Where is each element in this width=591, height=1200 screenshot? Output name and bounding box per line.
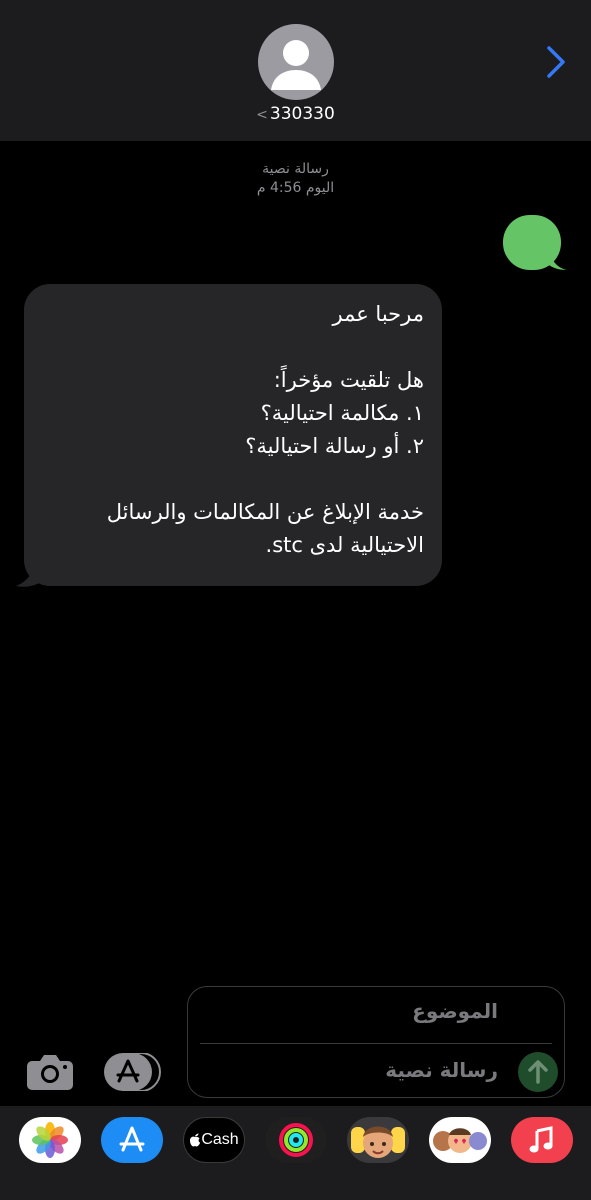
memoji-stickers-icon[interactable] — [429, 1117, 491, 1163]
message-input[interactable]: رسالة نصية — [385, 1058, 498, 1082]
apple-cash-icon[interactable]: Cash — [183, 1117, 245, 1163]
camera-icon[interactable] — [26, 1053, 74, 1091]
conversation-header: <330330 — [0, 0, 591, 141]
contact-name[interactable]: <330330 — [0, 104, 591, 124]
contact-avatar[interactable] — [258, 24, 334, 100]
subject-input[interactable]: الموضوع — [412, 999, 498, 1023]
incoming-message-bubble[interactable]: مرحبا عمر هل تلقيت مؤخراً: ١. مكالمة احت… — [24, 284, 442, 586]
activity-rings-icon[interactable] — [265, 1117, 327, 1163]
chevron-right-icon[interactable] — [543, 44, 569, 80]
chevron-left-icon: < — [256, 107, 268, 123]
app-store-dock-icon[interactable] — [101, 1117, 163, 1163]
apple-logo-icon — [190, 1133, 201, 1147]
message-composer[interactable]: الموضوع رسالة نصية — [187, 986, 565, 1098]
app-store-icon[interactable] — [104, 1053, 162, 1091]
send-arrow-icon — [528, 1060, 548, 1084]
person-silhouette-icon — [271, 40, 321, 90]
message-text: مرحبا عمر هل تلقيت مؤخراً: ١. مكالمة احت… — [106, 302, 424, 557]
message-meta: رسالة نصية اليوم 4:56 م — [0, 160, 591, 198]
photos-icon[interactable] — [19, 1117, 81, 1163]
send-button[interactable] — [518, 1052, 558, 1092]
memoji-icon[interactable] — [347, 1117, 409, 1163]
app-drawer: Cash — [0, 1106, 591, 1200]
outgoing-bubble[interactable] — [503, 215, 567, 270]
apple-cash-label: Cash — [201, 1131, 239, 1148]
composer-divider — [200, 1043, 552, 1044]
music-note-icon[interactable] — [511, 1117, 573, 1163]
message-type-label: رسالة نصية — [262, 161, 329, 177]
contact-number: 330330 — [269, 104, 335, 124]
message-timestamp: اليوم 4:56 م — [256, 180, 335, 196]
